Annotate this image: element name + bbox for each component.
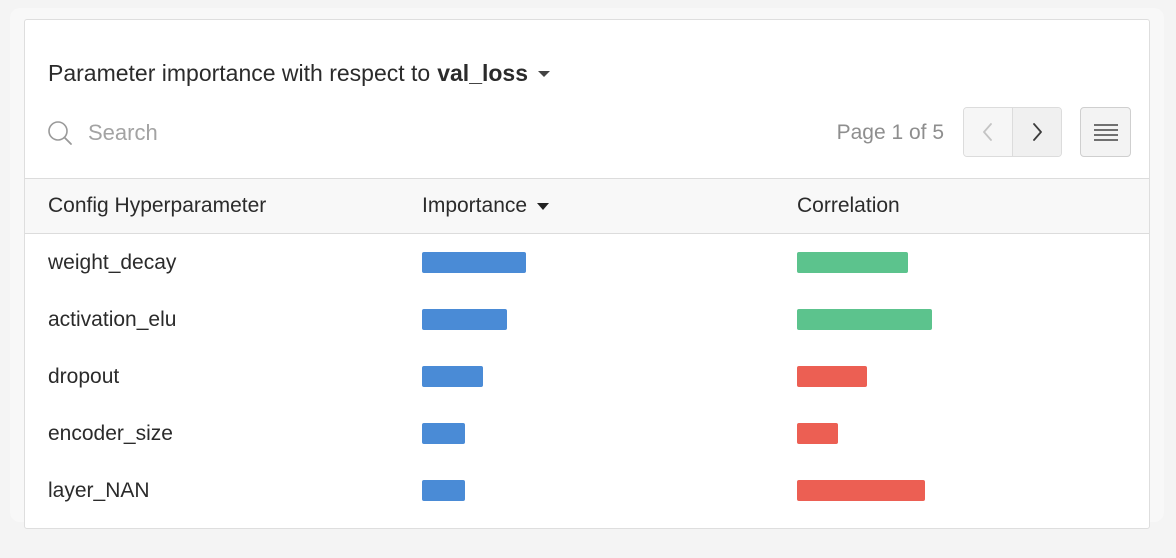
table-header: Config Hyperparameter Importance Correla… [25, 178, 1149, 234]
previous-page-button[interactable] [964, 108, 1012, 156]
hyperparameter-name: encoder_size [48, 421, 173, 445]
pagination-controls [963, 107, 1062, 157]
table-body: weight_decay activation_elu dropout enco… [25, 234, 1149, 519]
sort-descending-icon [537, 202, 550, 210]
hyperparameter-name: weight_decay [48, 250, 177, 274]
column-header-label: Correlation [797, 194, 900, 217]
importance-bar [422, 423, 465, 444]
correlation-bar [797, 252, 908, 273]
table-row: weight_decay [25, 234, 1149, 291]
correlation-bar [797, 423, 838, 444]
importance-bar [422, 480, 465, 501]
next-page-button[interactable] [1012, 108, 1061, 156]
table-row: encoder_size [25, 405, 1149, 462]
hyperparameter-name: dropout [48, 364, 120, 388]
panel-title: Parameter importance with respect to val… [48, 59, 551, 87]
correlation-bar [797, 309, 932, 330]
column-header-label: Importance [422, 194, 528, 217]
search-bar [47, 118, 447, 148]
correlation-bar [797, 480, 925, 501]
parameter-importance-panel: Parameter importance with respect to val… [24, 19, 1150, 529]
metric-selector[interactable]: val_loss [437, 60, 528, 87]
importance-bar [422, 252, 526, 273]
hamburger-menu-icon [1093, 124, 1118, 141]
column-header-importance[interactable]: Importance [422, 179, 550, 233]
table-row: layer_NAN [25, 462, 1149, 519]
title-prefix: Parameter importance with respect to [48, 59, 431, 86]
chevron-left-icon [983, 123, 992, 141]
page-indicator: Page 1 of 5 [836, 121, 944, 144]
search-input[interactable] [88, 120, 428, 146]
column-header-label: Config Hyperparameter [48, 194, 267, 217]
column-header-hyperparameter[interactable]: Config Hyperparameter [48, 179, 266, 233]
caret-down-icon[interactable] [538, 71, 551, 77]
column-header-correlation[interactable]: Correlation [797, 179, 900, 233]
search-icon [48, 121, 72, 145]
correlation-bar [797, 366, 867, 387]
hyperparameter-name: layer_NAN [48, 478, 150, 502]
hyperparameter-name: activation_elu [48, 307, 177, 331]
table-row: dropout [25, 348, 1149, 405]
table-row: activation_elu [25, 291, 1149, 348]
column-menu-button[interactable] [1080, 107, 1131, 157]
importance-bar [422, 366, 483, 387]
chevron-right-icon [1033, 123, 1042, 141]
importance-bar [422, 309, 507, 330]
